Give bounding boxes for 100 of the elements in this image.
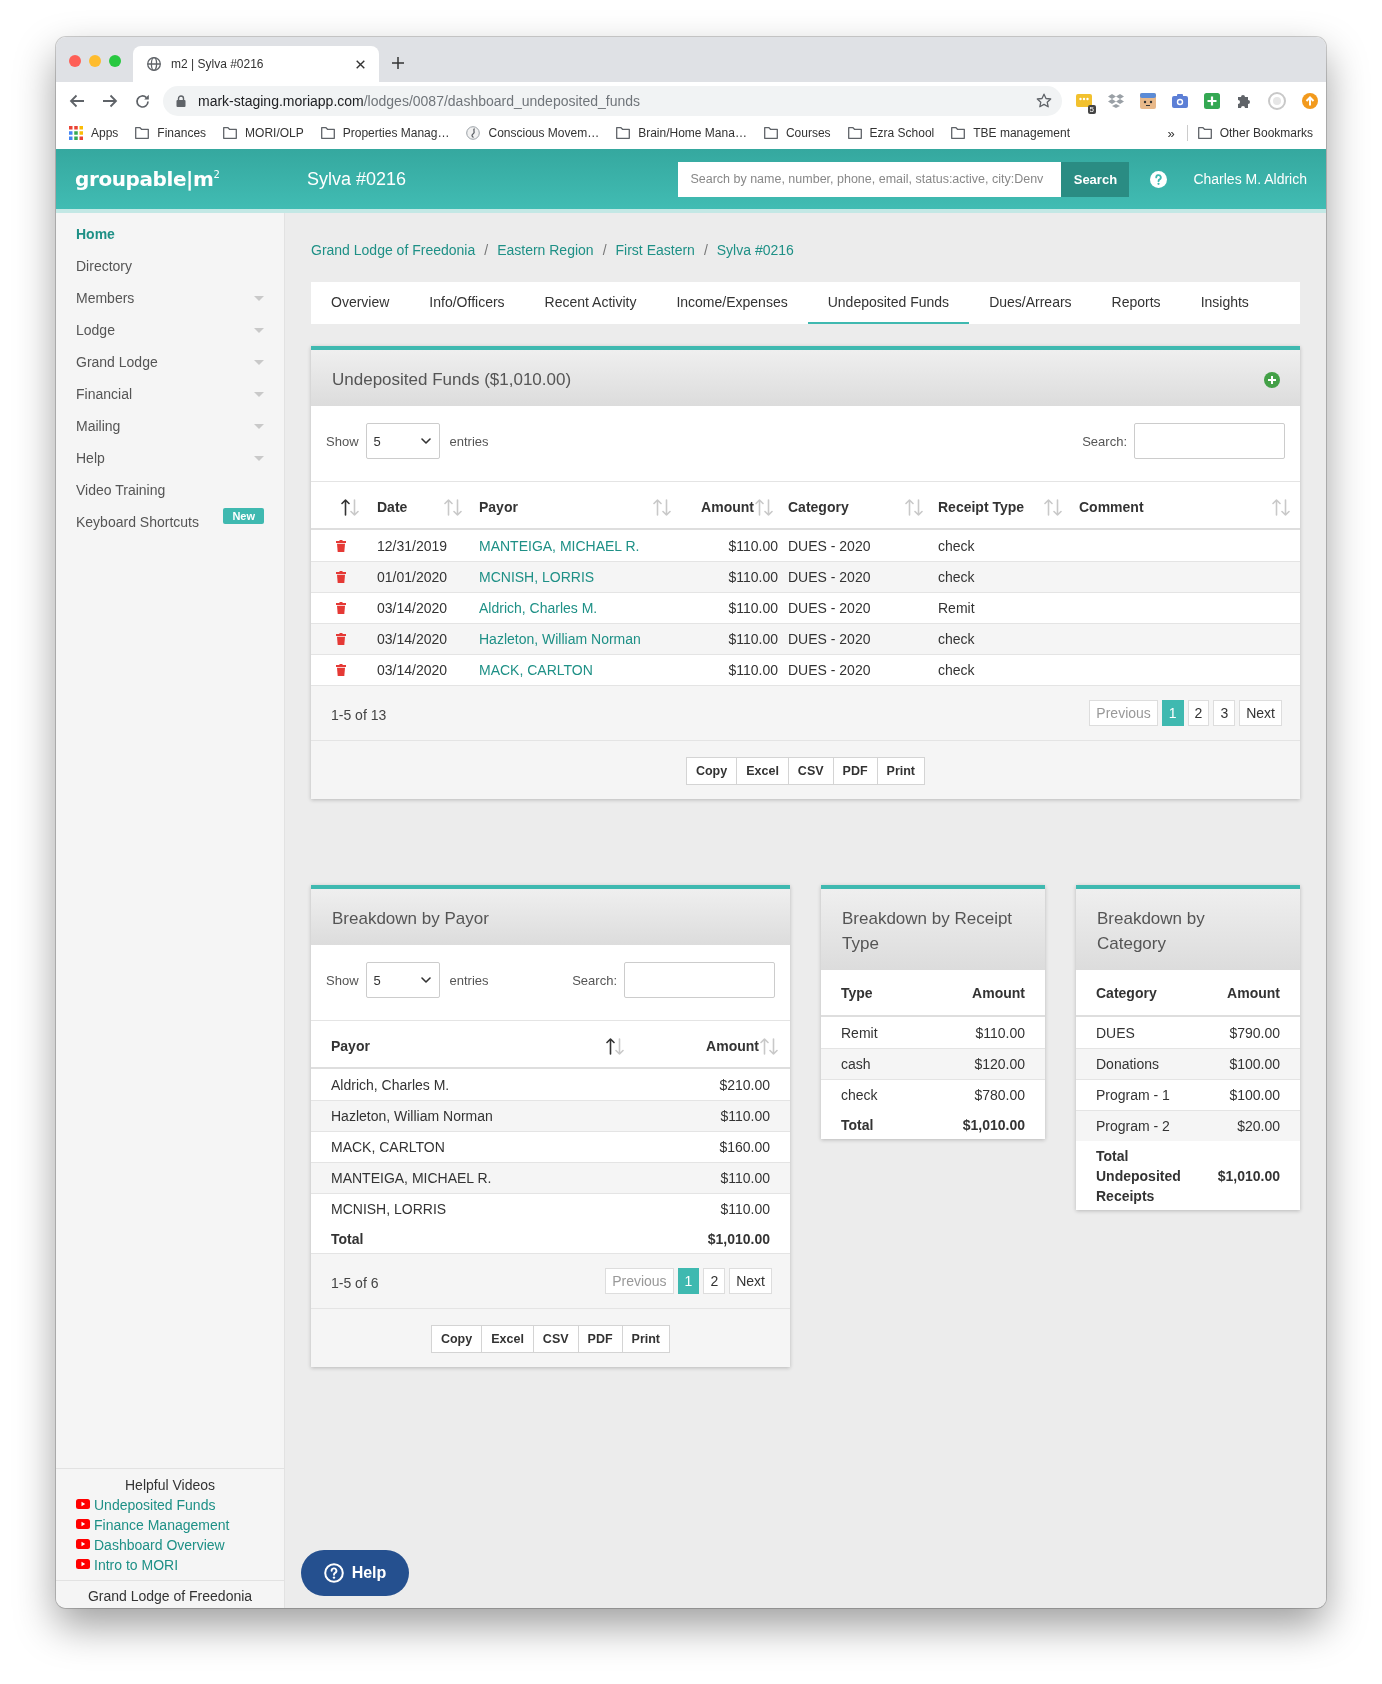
video-link[interactable]: Intro to MORI [76,1555,179,1575]
plus-circle-icon[interactable] [1264,371,1280,388]
export-button[interactable]: Excel [482,1325,534,1353]
table-cell: 03/14/2020 [377,631,448,647]
nav-link[interactable]: Directory [76,258,264,274]
trash-icon[interactable] [336,540,346,552]
export-button[interactable]: Copy [685,757,738,785]
breadcrumb-separator: / [602,241,607,260]
search-button[interactable]: Search [1061,161,1130,197]
tab[interactable]: Info/Officers [409,282,525,324]
trash-icon[interactable] [336,571,346,583]
page-size-select[interactable]: 5 [365,423,440,459]
trash-icon[interactable] [336,633,346,645]
nav-link[interactable]: Video Training [76,482,264,498]
export-button[interactable]: Copy [430,1325,483,1353]
folder-icon [1197,127,1212,139]
export-button[interactable]: Excel [737,757,789,785]
folder-icon [223,127,238,139]
reload-icon[interactable] [135,93,150,109]
bookmark-link[interactable]: Apps [69,126,119,140]
message-icon[interactable] [1076,93,1092,109]
camera-icon[interactable] [1172,94,1188,108]
trash-icon[interactable] [336,602,346,614]
avatar-icon[interactable] [1268,92,1286,110]
nav-link[interactable]: Home [76,226,264,242]
nav-link[interactable]: Keyboard Shortcuts [76,514,214,530]
bookmark-link[interactable]: MORI/OLP [223,126,304,140]
address-bar[interactable]: mark-staging.moriapp.com/lodges/0087/dashboard_undeposited_funds [163,86,1062,116]
bookmark-link[interactable]: TBE management [951,126,1070,140]
export-button[interactable]: CSV [788,757,834,785]
tab[interactable]: Recent Activity [524,282,657,324]
tab[interactable]: Undeposited Funds [807,282,970,324]
export-button[interactable]: PDF [578,1325,623,1353]
bookmark-link[interactable]: Finances [135,126,207,140]
bookmark-link[interactable]: Courses [763,126,831,140]
video-link[interactable]: Undeposited Funds [76,1495,216,1515]
nav-link[interactable]: Members [76,290,264,306]
browser-tab[interactable]: m2 | Sylva #0216 [133,46,379,82]
payor-link[interactable]: MACK, CARLTON [479,662,593,678]
table-cell: cash [841,1056,871,1072]
column-header: Comment [1079,499,1144,515]
pagination-button[interactable]: 2 [703,1268,726,1294]
bookmark-link[interactable]: Brain/Home Mana… [616,126,747,140]
close-icon[interactable] [356,59,365,69]
video-link[interactable]: Finance Management [76,1515,230,1535]
arrow-up-circle-icon[interactable] [1302,93,1318,109]
diamonds-icon[interactable] [1108,94,1124,108]
close-dot-icon[interactable] [69,54,81,67]
export-button[interactable]: Print [622,1325,671,1353]
sort-icon[interactable] [341,498,359,516]
nav-link[interactable]: Financial [76,386,264,402]
search-field[interactable]: Search by name, number, phone, email, status:active, city:Denv [678,161,1062,197]
zoom-dot-icon[interactable] [109,54,121,67]
nav-link[interactable]: Grand Lodge [76,354,264,370]
minimize-dot-icon[interactable] [89,54,101,67]
pagination-button[interactable]: 2 [1187,700,1210,726]
nav-link[interactable]: Mailing [76,418,264,434]
pagination-button[interactable]: Next [1239,700,1282,726]
pagination-button[interactable]: Next [729,1268,772,1294]
payor-link[interactable]: Aldrich, Charles M. [479,600,598,616]
search-field[interactable] [624,962,775,998]
page-size-select[interactable]: 5 [365,962,440,998]
nav-link[interactable]: Help [76,450,264,466]
more-bookmarks-button[interactable]: » [1167,125,1175,141]
nav-link[interactable]: Lodge [76,322,264,338]
export-button[interactable]: PDF [833,757,878,785]
tab[interactable]: Dues/Arrears [969,282,1092,324]
puzzle-icon[interactable] [1236,93,1252,109]
help-icon[interactable] [1150,170,1168,188]
search-field[interactable] [1134,423,1285,459]
breadcrumb-separator: / [484,241,489,260]
bookmark-link[interactable]: Ezra School [847,126,935,140]
tab[interactable]: Overview [311,282,410,324]
help-button[interactable]: Help [301,1550,409,1596]
trash-icon[interactable] [336,664,346,676]
video-link[interactable]: Dashboard Overview [76,1535,225,1555]
star-icon[interactable] [1036,93,1052,109]
panel-title: Undeposited Funds ($1,010.00) [332,369,572,391]
sort-icon[interactable] [606,1037,624,1055]
plus-icon[interactable] [392,56,404,69]
tab[interactable]: Reports [1091,282,1181,324]
bookmark-link[interactable]: Properties Manag… [320,126,450,140]
bookmark-link[interactable]: Conscious Movem… [466,126,600,140]
tab[interactable]: Insights [1180,282,1269,324]
payor-link[interactable]: MCNISH, LORRIS [479,569,595,585]
column-header: Payor [331,1038,370,1054]
arrow-left-icon[interactable] [69,94,85,108]
column-header: Category [1096,984,1157,1001]
face-icon[interactable] [1140,93,1156,109]
payor-link[interactable]: MANTEIGA, MICHAEL R. [479,538,640,554]
arrow-right-icon[interactable] [102,94,118,108]
bookmark-link[interactable]: Other Bookmarks [1197,126,1313,140]
table-cell: $110.00 [728,662,778,678]
payor-link[interactable]: Hazleton, William Norman [479,631,641,647]
pagination-button[interactable]: 3 [1213,700,1236,726]
plus-square-icon[interactable] [1204,93,1220,109]
table-cell: Remit [841,1025,878,1041]
export-button[interactable]: CSV [533,1325,579,1353]
tab[interactable]: Income/Expenses [656,282,808,324]
export-button[interactable]: Print [877,757,926,785]
